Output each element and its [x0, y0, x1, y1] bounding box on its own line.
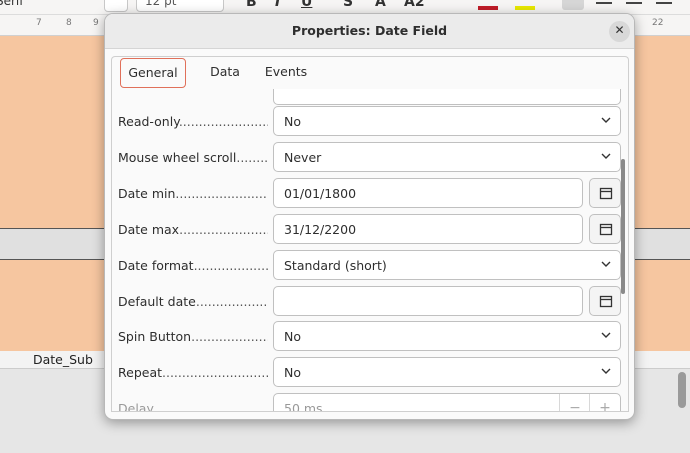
spin-button-value: No — [284, 329, 301, 344]
default-date-label: Default date...................... — [118, 294, 268, 309]
sheet-tab-date-sub[interactable]: Date_Sub — [33, 352, 93, 367]
row-date-format: Date format...................... Standa… — [112, 250, 628, 286]
tab-bar: General Data Events — [111, 56, 629, 90]
delay-label: Delay................................... — [118, 401, 268, 412]
default-date-calendar-button[interactable] — [589, 286, 621, 316]
close-icon: ✕ — [614, 23, 625, 37]
date-format-value: Standard (short) — [284, 258, 387, 273]
row-delay: Delay...................................… — [112, 393, 628, 412]
row-date-max: Date max.......................... 31/12… — [112, 214, 628, 250]
default-date-input[interactable] — [273, 286, 583, 316]
date-format-select[interactable]: Standard (short) — [273, 250, 621, 280]
date-min-input[interactable]: 01/01/1800 — [273, 178, 583, 208]
date-max-input[interactable]: 31/12/2200 — [273, 214, 583, 244]
superscript-button[interactable]: A2 — [404, 0, 425, 10]
mouse-wheel-label: Mouse wheel scroll.......... — [118, 150, 268, 165]
date-max-value: 31/12/2200 — [284, 222, 357, 237]
ruler-mark: 22 — [652, 18, 664, 28]
italic-button[interactable]: I — [275, 0, 280, 10]
align-right-icon[interactable] — [626, 2, 642, 4]
calendar-icon — [599, 223, 613, 236]
close-button[interactable]: ✕ — [609, 21, 630, 42]
strikethrough-button[interactable]: S — [343, 0, 353, 10]
properties-dialog: Properties: Date Field ✕ General Data Ev… — [104, 13, 635, 420]
grow-font-button[interactable]: A — [375, 0, 386, 10]
underline-button[interactable]: U — [301, 0, 312, 10]
repeat-select[interactable]: No — [273, 357, 621, 387]
repeat-value: No — [284, 365, 301, 380]
date-format-label: Date format...................... — [118, 258, 268, 273]
chevron-down-icon — [601, 153, 611, 159]
tab-events[interactable]: Events — [258, 57, 314, 88]
delay-value: 50 ms — [284, 401, 323, 412]
dialog-titlebar[interactable]: Properties: Date Field ✕ — [105, 14, 634, 49]
spin-button-select[interactable]: No — [273, 321, 621, 351]
readonly-value: No — [284, 114, 301, 129]
justify-icon[interactable] — [656, 2, 672, 4]
date-min-label: Date min.......................... — [118, 186, 268, 201]
row-readonly: Read-only.......................... No — [112, 106, 628, 142]
readonly-select[interactable]: No — [273, 106, 621, 136]
chevron-down-icon — [601, 117, 611, 123]
ruler-mark: 7 — [36, 18, 42, 28]
date-max-calendar-button[interactable] — [589, 214, 621, 244]
bold-button[interactable]: B — [246, 0, 257, 10]
row-date-min: Date min.......................... 01/01… — [112, 178, 628, 214]
mouse-wheel-select[interactable]: Never — [273, 142, 621, 172]
ruler-mark: 8 — [66, 18, 72, 28]
properties-scrollbar[interactable] — [621, 159, 625, 294]
delay-decrement-button[interactable]: − — [559, 394, 590, 411]
date-min-calendar-button[interactable] — [589, 178, 621, 208]
spin-button-label: Spin Button...................... — [118, 329, 268, 344]
repeat-label: Repeat.................................. — [118, 365, 268, 380]
background-scrollbar[interactable] — [678, 372, 686, 408]
font-name-dropdown[interactable] — [104, 0, 128, 12]
delay-increment-button[interactable]: + — [589, 394, 620, 411]
readonly-label: Read-only.......................... — [118, 114, 268, 129]
row-mouse-wheel: Mouse wheel scroll.......... Never — [112, 142, 628, 178]
row-default-date: Default date...................... — [112, 286, 628, 322]
calendar-icon — [599, 295, 613, 308]
properties-panel: Read-only.......................... No M… — [111, 89, 629, 412]
delay-spinbox[interactable]: 50 ms − + — [273, 393, 621, 412]
font-name-box[interactable]: Serif — [0, 0, 24, 8]
row-repeat: Repeat..................................… — [112, 357, 628, 393]
ruler-mark: 9 — [93, 18, 99, 28]
mouse-wheel-value: Never — [284, 150, 322, 165]
chevron-down-icon — [601, 368, 611, 374]
tab-general[interactable]: General — [120, 58, 186, 88]
date-max-label: Date max.......................... — [118, 222, 268, 237]
font-color-icon[interactable] — [478, 6, 498, 10]
highlight-color-icon[interactable] — [515, 6, 535, 10]
align-center-icon[interactable] — [596, 2, 612, 4]
dialog-title: Properties: Date Field — [291, 23, 448, 38]
calendar-icon — [599, 187, 613, 200]
chevron-down-icon — [601, 261, 611, 267]
partial-combo-top[interactable] — [273, 89, 621, 105]
font-size-value: 12 pt — [145, 0, 177, 8]
align-left-icon[interactable] — [562, 0, 584, 10]
tab-data[interactable]: Data — [202, 57, 248, 88]
date-min-value: 01/01/1800 — [284, 186, 357, 201]
row-spin-button: Spin Button...................... No — [112, 321, 628, 357]
chevron-down-icon — [601, 332, 611, 338]
